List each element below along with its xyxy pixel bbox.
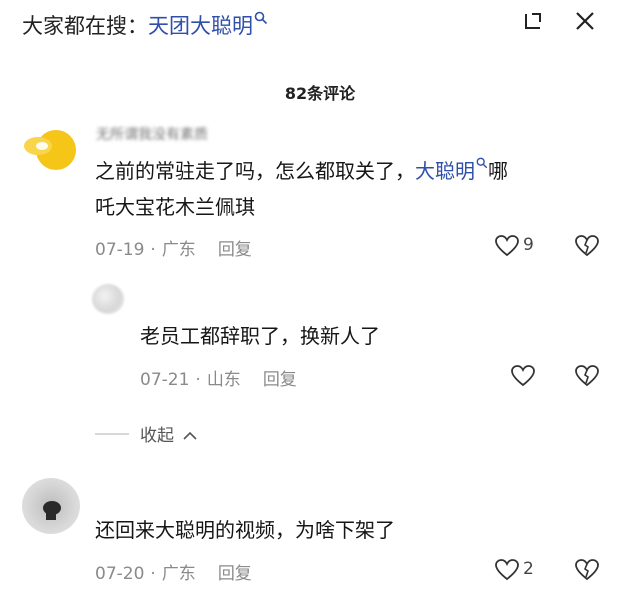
- search-term-link[interactable]: 大聪明: [415, 159, 475, 183]
- collapse-divider: [95, 433, 129, 435]
- comment-count: 82条评论: [284, 84, 356, 103]
- reply-date: 07-21: [140, 370, 190, 390]
- search-icon: [254, 11, 268, 25]
- comment-text-part: 吒大宝花木兰佩琪: [95, 195, 255, 219]
- comment-text: 之前的常驻走了吗，怎么都取关了，大聪明 哪 吒大宝花木兰佩琪: [95, 153, 605, 225]
- avatar[interactable]: [92, 284, 124, 314]
- meta-separator: ·: [150, 240, 156, 260]
- comment-text-part: 之前的常驻走了吗，怎么都取关了，: [95, 159, 415, 183]
- search-icon: [476, 157, 488, 169]
- broken-heart-icon[interactable]: [574, 558, 600, 582]
- comment-meta: 07-19 · 广东 回复: [95, 235, 252, 260]
- comment-date: 07-19: [95, 240, 145, 260]
- reply-button[interactable]: 回复: [263, 370, 297, 390]
- avatar[interactable]: [22, 122, 80, 174]
- search-bar[interactable]: 大家都在搜：天团大聪明: [0, 0, 640, 56]
- reply-meta: 07-21 · 山东 回复: [140, 365, 297, 390]
- search-term-link[interactable]: 天团大聪明: [148, 14, 253, 38]
- avatar[interactable]: [22, 478, 80, 534]
- reply-button[interactable]: 回复: [218, 564, 252, 584]
- broken-heart-icon[interactable]: [574, 234, 600, 258]
- comment-text-part: 哪: [488, 159, 508, 183]
- reply-text: 老员工都辞职了，换新人了: [140, 324, 380, 348]
- meta-separator: ·: [195, 370, 201, 390]
- comment-location: 广东: [161, 240, 196, 260]
- close-icon[interactable]: [572, 8, 598, 34]
- broken-heart-icon[interactable]: [574, 364, 600, 388]
- reply-button[interactable]: 回复: [218, 240, 252, 260]
- comment-text: 还回来大聪明的视频，为啥下架了: [95, 518, 395, 542]
- search-suggestion[interactable]: 大家都在搜：天团大聪明: [22, 10, 268, 40]
- reply-location: 山东: [206, 370, 241, 390]
- comment-date: 07-20: [95, 564, 145, 584]
- comment-username: 无所谓我没有素质: [96, 127, 208, 143]
- like-count: 2: [523, 559, 534, 579]
- search-prefix-label: 大家都在搜：: [22, 14, 148, 38]
- chevron-up-icon: [183, 431, 197, 440]
- heart-icon[interactable]: [494, 234, 520, 258]
- collapse-label: 收起: [140, 426, 174, 446]
- heart-icon[interactable]: [494, 558, 520, 582]
- heart-icon[interactable]: [510, 364, 536, 388]
- comment-meta: 07-20 · 广东 回复: [95, 559, 252, 584]
- meta-separator: ·: [150, 564, 156, 584]
- minimize-icon[interactable]: [520, 8, 546, 34]
- avatar-figure: [43, 501, 61, 520]
- like-count: 9: [523, 235, 534, 255]
- collapse-replies-button[interactable]: 收起: [140, 421, 197, 446]
- comment-location: 广东: [161, 564, 196, 584]
